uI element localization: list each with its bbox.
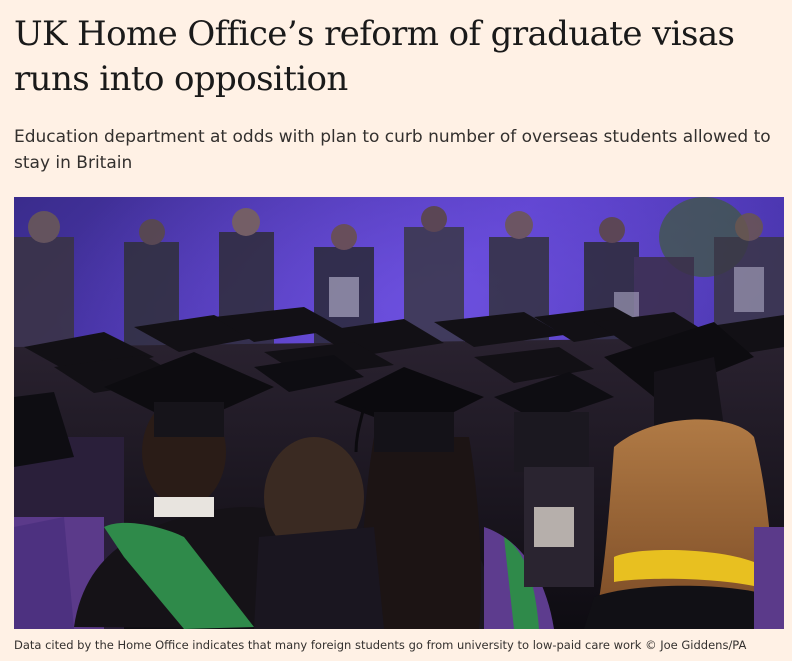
headline: UK Home Office’s reform of graduate visa… — [14, 14, 735, 99]
photo-illustration — [14, 197, 784, 629]
standfirst: Education department at odds with plan t… — [14, 127, 771, 173]
graduation-ceremony-photo — [14, 197, 784, 629]
image-caption: Data cited by the Home Office indicates … — [14, 638, 747, 652]
